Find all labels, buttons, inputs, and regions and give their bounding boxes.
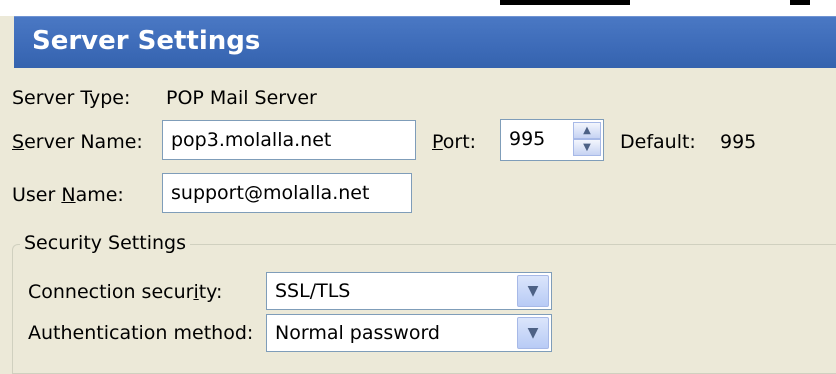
server-name-value: pop3.molalla.net xyxy=(171,129,332,151)
port-value: 995 xyxy=(509,128,546,150)
spin-up-icon[interactable]: ▲ xyxy=(573,122,601,139)
connection-security-label: Connection security: xyxy=(28,281,223,303)
server-type-label: Server Type: xyxy=(12,87,131,109)
user-name-value: support@molalla.net xyxy=(171,182,370,204)
chevron-down-icon[interactable]: ▼ xyxy=(517,317,549,349)
port-label: Port: xyxy=(432,131,477,153)
authentication-method-label: Authentication method: xyxy=(28,322,254,344)
page-title: Server Settings xyxy=(32,26,261,56)
security-settings-legend: Security Settings xyxy=(20,232,190,254)
authentication-method-value: Normal password xyxy=(275,322,440,344)
user-name-field[interactable]: support@molalla.net xyxy=(162,173,412,213)
connection-security-select[interactable]: SSL/TLS ▼ xyxy=(266,272,552,310)
default-port-value: 995 xyxy=(720,131,757,153)
connection-security-value: SSL/TLS xyxy=(275,280,351,302)
spin-down-icon[interactable]: ▼ xyxy=(573,139,601,156)
top-strip xyxy=(0,0,836,16)
authentication-method-select[interactable]: Normal password ▼ xyxy=(266,314,552,352)
chevron-down-icon[interactable]: ▼ xyxy=(517,275,549,307)
cropped-title-fragment xyxy=(500,0,630,5)
server-name-field[interactable]: pop3.molalla.net xyxy=(162,120,416,160)
default-port-label: Default: xyxy=(620,131,696,153)
server-name-label: Server Name: xyxy=(12,131,143,153)
server-type-value: POP Mail Server xyxy=(166,87,317,109)
port-spin-buttons: ▲ ▼ xyxy=(573,122,601,156)
cropped-title-fragment xyxy=(790,0,810,5)
user-name-label: User Name: xyxy=(12,184,124,206)
port-stepper[interactable]: 995 ▲ ▼ xyxy=(500,119,604,161)
settings-header: Server Settings xyxy=(14,16,836,68)
